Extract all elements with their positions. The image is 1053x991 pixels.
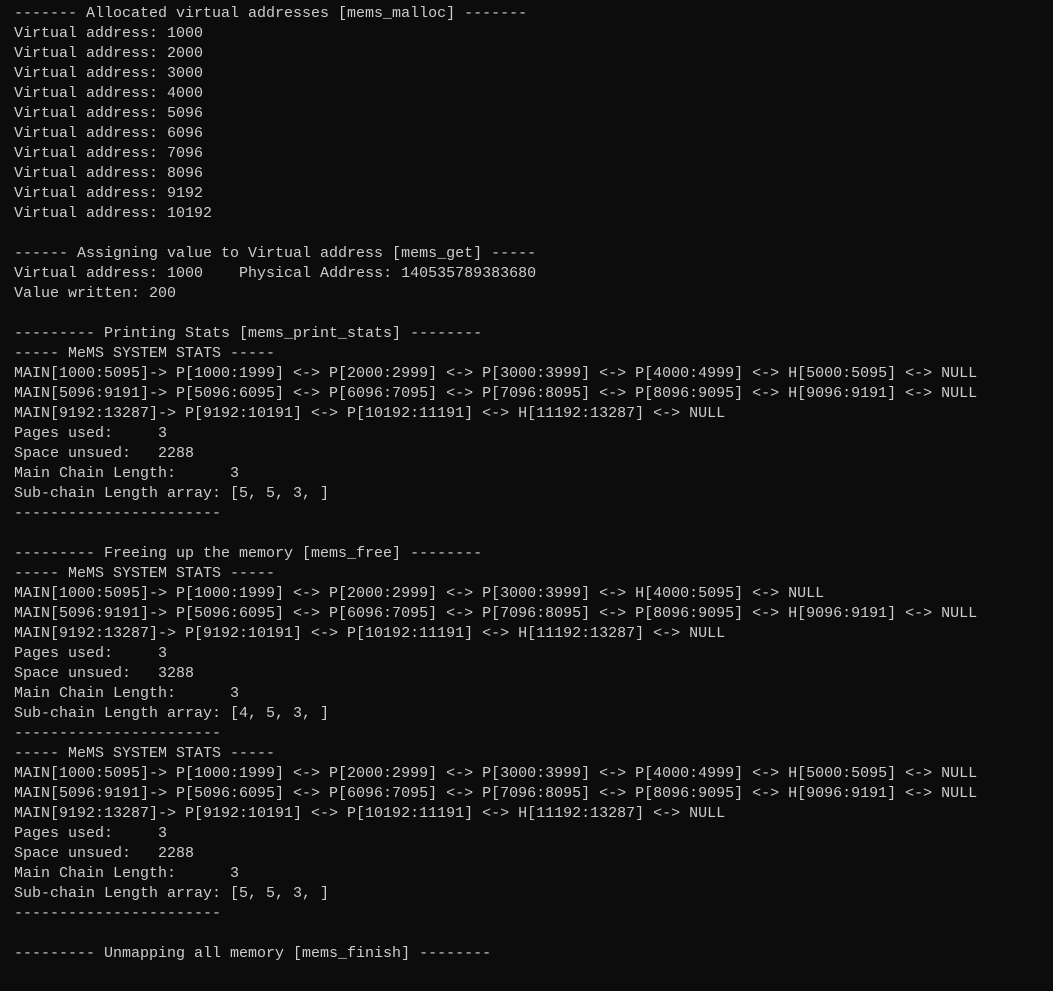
alloc-line: Virtual address: 7096 [14, 145, 203, 162]
alloc-line: Virtual address: 1000 [14, 25, 203, 42]
pages-used: Pages used: 3 [14, 825, 167, 842]
divider: ----------------------- [14, 505, 221, 522]
stats-title: ----- MeMS SYSTEM STATS ----- [14, 345, 275, 362]
chain-line: MAIN[1000:5095]-> P[1000:1999] <-> P[200… [14, 365, 977, 382]
alloc-line: Virtual address: 4000 [14, 85, 203, 102]
space-unused: Space unsued: 3288 [14, 665, 194, 682]
chain-line: MAIN[5096:9191]-> P[5096:6095] <-> P[609… [14, 605, 977, 622]
assign-line: Virtual address: 1000 Physical Address: … [14, 265, 536, 282]
alloc-line: Virtual address: 10192 [14, 205, 212, 222]
chain-line: MAIN[9192:13287]-> P[9192:10191] <-> P[1… [14, 405, 725, 422]
main-chain-length: Main Chain Length: 3 [14, 865, 239, 882]
main-chain-length: Main Chain Length: 3 [14, 465, 239, 482]
stats-header: --------- Printing Stats [mems_print_sta… [14, 325, 482, 342]
chain-line: MAIN[5096:9191]-> P[5096:6095] <-> P[609… [14, 785, 977, 802]
alloc-line: Virtual address: 9192 [14, 185, 203, 202]
main-chain-length: Main Chain Length: 3 [14, 685, 239, 702]
chain-line: MAIN[9192:13287]-> P[9192:10191] <-> P[1… [14, 805, 725, 822]
alloc-line: Virtual address: 5096 [14, 105, 203, 122]
sub-chain-array: Sub-chain Length array: [5, 5, 3, ] [14, 885, 329, 902]
unmap-header: --------- Unmapping all memory [mems_fin… [14, 945, 491, 962]
stats-title: ----- MeMS SYSTEM STATS ----- [14, 745, 275, 762]
chain-line: MAIN[1000:5095]-> P[1000:1999] <-> P[200… [14, 585, 824, 602]
alloc-line: Virtual address: 2000 [14, 45, 203, 62]
pages-used: Pages used: 3 [14, 425, 167, 442]
chain-line: MAIN[9192:13287]-> P[9192:10191] <-> P[1… [14, 625, 725, 642]
alloc-line: Virtual address: 6096 [14, 125, 203, 142]
chain-line: MAIN[5096:9191]-> P[5096:6095] <-> P[609… [14, 385, 977, 402]
alloc-line: Virtual address: 8096 [14, 165, 203, 182]
value-written-line: Value written: 200 [14, 285, 176, 302]
stats-title: ----- MeMS SYSTEM STATS ----- [14, 565, 275, 582]
sub-chain-array: Sub-chain Length array: [4, 5, 3, ] [14, 705, 329, 722]
alloc-header: ------- Allocated virtual addresses [mem… [14, 5, 527, 22]
sub-chain-array: Sub-chain Length array: [5, 5, 3, ] [14, 485, 329, 502]
free-header: --------- Freeing up the memory [mems_fr… [14, 545, 482, 562]
assign-header: ------ Assigning value to Virtual addres… [14, 245, 536, 262]
alloc-line: Virtual address: 3000 [14, 65, 203, 82]
divider: ----------------------- [14, 905, 221, 922]
terminal-output: ------- Allocated virtual addresses [mem… [0, 0, 1053, 972]
chain-line: MAIN[1000:5095]-> P[1000:1999] <-> P[200… [14, 765, 977, 782]
divider: ----------------------- [14, 725, 221, 742]
space-unused: Space unsued: 2288 [14, 845, 194, 862]
pages-used: Pages used: 3 [14, 645, 167, 662]
space-unused: Space unsued: 2288 [14, 445, 194, 462]
